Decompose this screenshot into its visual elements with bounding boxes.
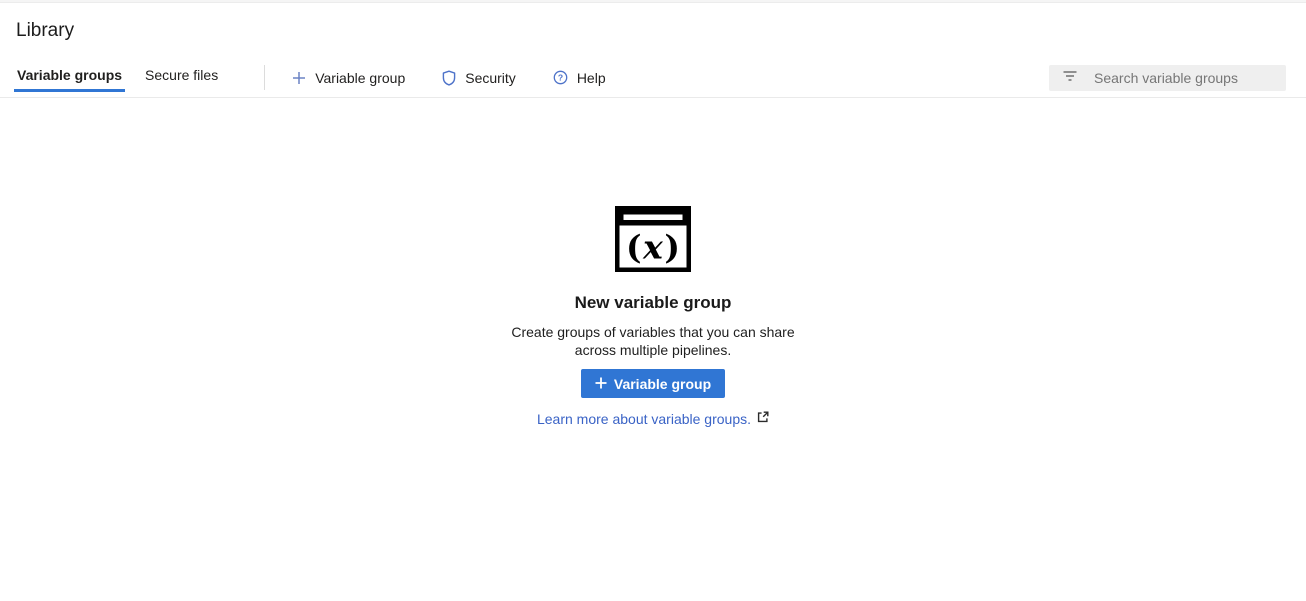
add-variable-group-label: Variable group [315, 70, 405, 86]
tab-list: Variable groups Secure files [14, 58, 238, 92]
tab-command-bar: Variable groups Secure files Variable gr… [0, 58, 1306, 98]
description-line-1: Create groups of variables that you can … [0, 324, 1306, 342]
shield-icon [442, 70, 456, 86]
external-link-icon [757, 410, 769, 428]
learn-more-link[interactable]: Learn more about variable groups. [537, 411, 751, 427]
variable-group-window-icon: (x) [615, 206, 691, 277]
search-box [1049, 65, 1286, 91]
help-icon: ? [553, 70, 568, 85]
variable-x-glyph: x [642, 228, 663, 267]
tab-secure-files-label: Secure files [145, 67, 218, 83]
tab-variable-groups[interactable]: Variable groups [14, 58, 125, 92]
security-label: Security [465, 70, 516, 86]
learn-more-row: Learn more about variable groups. [0, 410, 1306, 428]
plus-icon [595, 376, 607, 392]
close-paren-glyph: ) [664, 228, 680, 267]
tab-variable-groups-label: Variable groups [17, 67, 122, 83]
open-paren-glyph: ( [626, 228, 642, 267]
create-variable-group-button[interactable]: Variable group [581, 369, 725, 398]
create-variable-group-button-label: Variable group [614, 376, 711, 392]
plus-icon [292, 71, 306, 85]
description-line-2: across multiple pipelines. [0, 342, 1306, 360]
filter-icon [1062, 69, 1078, 87]
empty-state-description: Create groups of variables that you can … [0, 324, 1306, 359]
empty-state: (x) New variable group Create groups of … [0, 206, 1306, 428]
empty-state-title: New variable group [0, 293, 1306, 313]
security-command[interactable]: Security [442, 70, 516, 86]
tab-secure-files[interactable]: Secure files [142, 58, 221, 92]
page-header: Library [0, 3, 1306, 42]
svg-text:(x): (x) [626, 228, 680, 267]
toolbar-divider [264, 65, 265, 90]
page-title: Library [16, 20, 1290, 42]
add-variable-group-command[interactable]: Variable group [292, 70, 405, 86]
help-command[interactable]: ? Help [553, 70, 606, 86]
svg-text:?: ? [558, 73, 563, 83]
search-input[interactable] [1092, 69, 1278, 87]
help-label: Help [577, 70, 606, 86]
